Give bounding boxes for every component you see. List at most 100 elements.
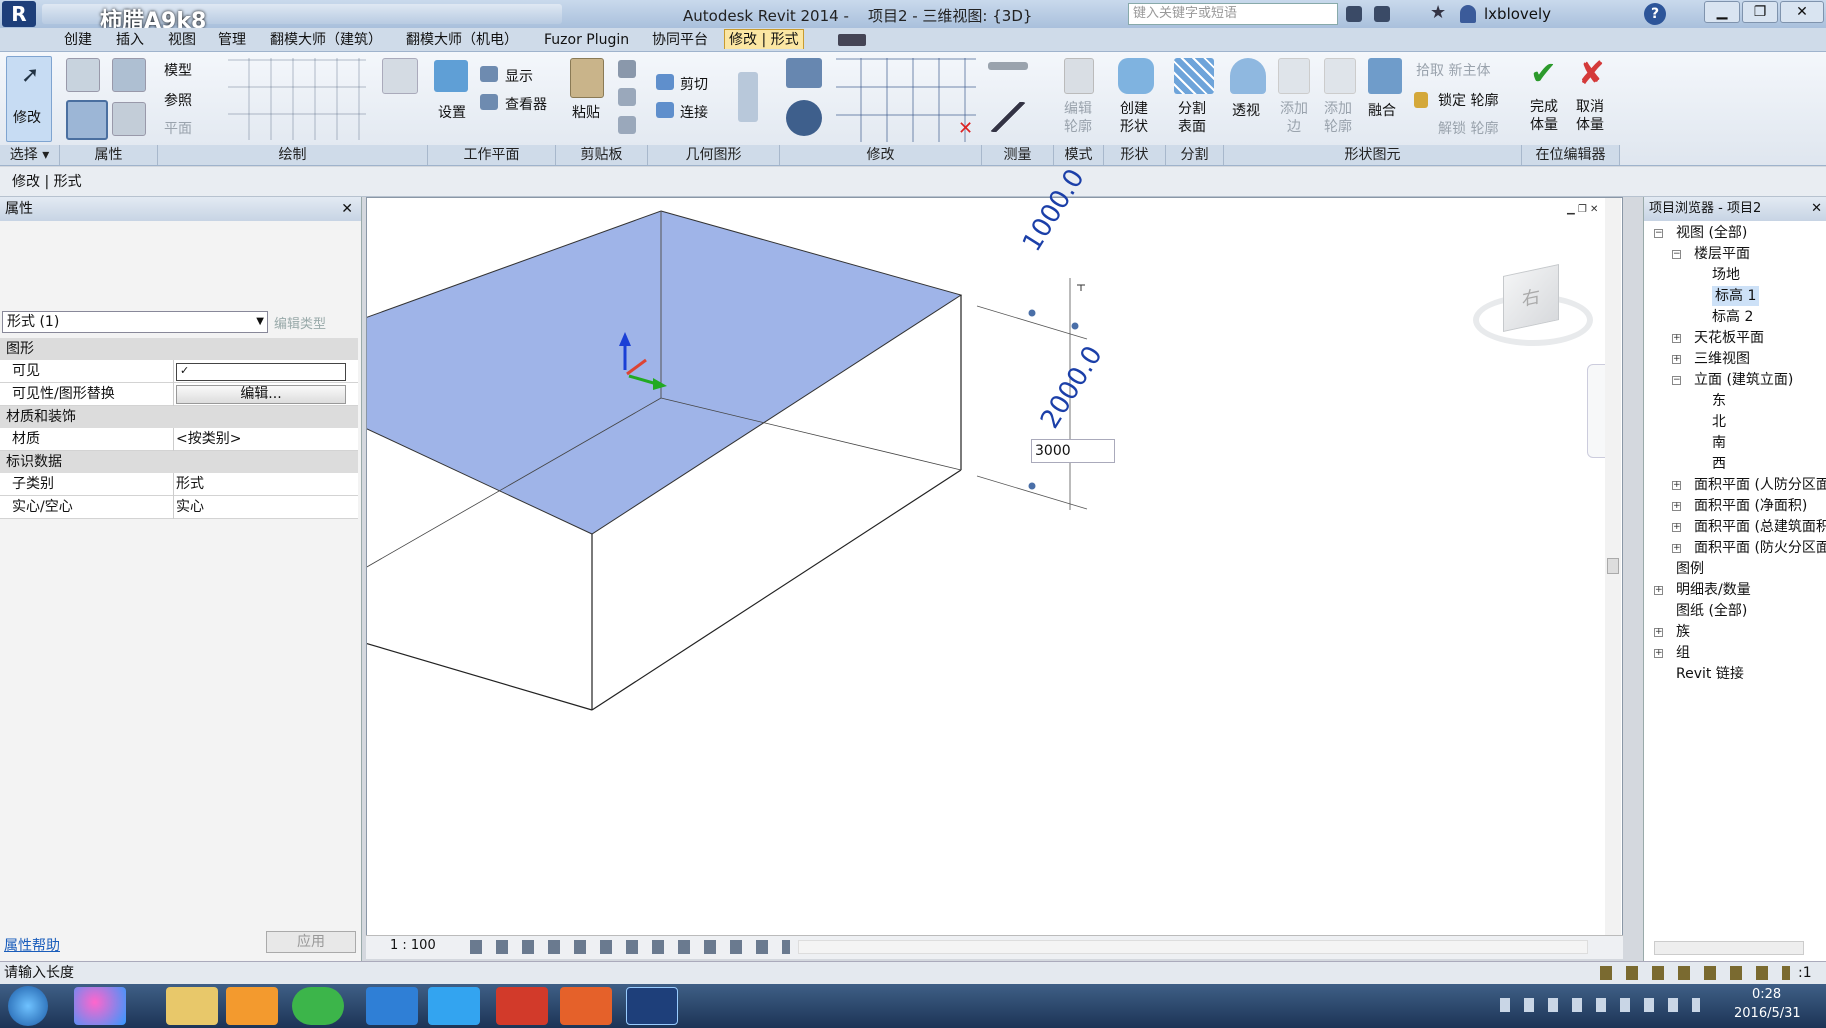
- xray-button[interactable]: 透视: [1232, 100, 1260, 120]
- search-field[interactable]: 键入关键字或短语: [1128, 3, 1338, 25]
- browser-tree-item[interactable]: 三维视图: [1694, 349, 1750, 369]
- browser-tree-item[interactable]: 标高 1: [1712, 286, 1760, 306]
- browser-tree-item[interactable]: 图例: [1676, 559, 1704, 579]
- browser-tree-item[interactable]: 视图 (全部): [1676, 223, 1747, 243]
- section-identity[interactable]: 标识数据: [0, 451, 358, 473]
- tab-view[interactable]: 视图: [164, 30, 200, 50]
- user-name[interactable]: lxblovely: [1484, 5, 1551, 23]
- tree-toggle-icon[interactable]: −: [1672, 250, 1681, 259]
- star-icon[interactable]: ★: [1430, 2, 1446, 23]
- edit-visibility-button[interactable]: 编辑...: [176, 385, 346, 404]
- tree-toggle-icon[interactable]: +: [1672, 523, 1681, 532]
- browser-scrollbar[interactable]: [1654, 941, 1804, 955]
- paste-button[interactable]: 粘贴: [572, 102, 600, 122]
- show-workplane-button[interactable]: 显示: [505, 66, 533, 86]
- user-icon[interactable]: [1460, 5, 1476, 23]
- tree-toggle-icon[interactable]: +: [1654, 586, 1663, 595]
- edit-profile-icon[interactable]: [1064, 58, 1094, 94]
- tree-toggle-icon[interactable]: +: [1672, 334, 1681, 343]
- material-value[interactable]: <按类别>: [176, 428, 241, 450]
- browser-tree-item[interactable]: 东: [1712, 391, 1726, 411]
- lock-icon[interactable]: [1414, 92, 1428, 108]
- geometry-extra-icon[interactable]: [738, 72, 758, 122]
- tab-create[interactable]: 创建: [60, 30, 96, 50]
- tab-fanmo-arch[interactable]: 翻模大师（建筑）: [266, 30, 386, 50]
- draw-tools-grid[interactable]: [228, 58, 366, 140]
- divide-surface-button[interactable]: 分割 表面: [1178, 100, 1206, 136]
- add-profile-icon[interactable]: [1324, 58, 1356, 94]
- measure-icon[interactable]: [988, 62, 1028, 70]
- browser-tree-item[interactable]: 立面 (建筑立面): [1694, 370, 1793, 390]
- view-control-icons[interactable]: [470, 940, 790, 954]
- cut-geometry-button[interactable]: 剪切: [680, 74, 708, 94]
- add-edge-button[interactable]: 添加 边: [1280, 100, 1308, 136]
- cut-scissors-icon[interactable]: [618, 60, 636, 78]
- browser-tree-item[interactable]: 天花板平面: [1694, 328, 1764, 348]
- apply-button[interactable]: 应用: [266, 931, 356, 953]
- set-workplane-icon[interactable]: [434, 60, 468, 92]
- browser-tree-item[interactable]: 图纸 (全部): [1676, 601, 1747, 621]
- type-selector[interactable]: 形式 (1) ▼: [2, 311, 268, 333]
- taskbar-media-icon[interactable]: [226, 987, 278, 1025]
- browser-tree-item[interactable]: 面积平面 (净面积): [1694, 496, 1807, 516]
- clock-time[interactable]: 0:28: [1752, 987, 1781, 1002]
- unlock-profile-button[interactable]: 解锁 轮廓: [1438, 118, 1498, 138]
- family-types-icon[interactable]: [112, 58, 146, 92]
- dissolve-button[interactable]: 融合: [1368, 100, 1396, 120]
- viewcube[interactable]: 右: [1503, 264, 1559, 332]
- cut-geometry-icon[interactable]: [656, 74, 674, 90]
- category-icon[interactable]: [112, 102, 146, 136]
- show-workplane-icon[interactable]: [480, 66, 498, 82]
- delete-icon[interactable]: ✕: [958, 118, 973, 139]
- binoculars-icon[interactable]: [1346, 6, 1362, 22]
- tree-toggle-icon[interactable]: +: [1654, 649, 1663, 658]
- close-icon[interactable]: ✕: [1811, 197, 1822, 221]
- draw-model-button[interactable]: 模型: [164, 60, 192, 80]
- tree-toggle-icon[interactable]: +: [1654, 628, 1663, 637]
- solid-void-value[interactable]: 实心: [176, 496, 204, 518]
- browser-tree-item[interactable]: Revit 链接: [1676, 664, 1744, 684]
- dimension-icon[interactable]: [990, 102, 1026, 132]
- taskbar-qq-icon[interactable]: [428, 987, 480, 1025]
- model-canvas[interactable]: [367, 198, 1622, 956]
- match-props-icon[interactable]: [618, 116, 636, 134]
- browser-tree-item[interactable]: 场地: [1712, 265, 1740, 285]
- viewport-window-controls[interactable]: ▁ ❐ ✕: [1567, 204, 1598, 215]
- join-geometry-icon[interactable]: [656, 102, 674, 118]
- horizontal-scrollbar[interactable]: [798, 940, 1588, 954]
- join-geometry-button[interactable]: 连接: [680, 102, 708, 122]
- taskbar-revit-icon[interactable]: [626, 987, 678, 1025]
- revit-logo-icon[interactable]: R: [2, 1, 36, 27]
- vertical-scroll-thumb[interactable]: [1607, 558, 1619, 574]
- tree-toggle-icon[interactable]: −: [1672, 376, 1681, 385]
- scale-label[interactable]: 1 : 100: [390, 938, 436, 953]
- workplane-grid-icon[interactable]: [382, 58, 418, 94]
- tab-insert[interactable]: 插入: [112, 30, 148, 50]
- copy-icon[interactable]: [618, 88, 636, 106]
- add-profile-button[interactable]: 添加 轮廓: [1324, 100, 1352, 136]
- browser-tree-item[interactable]: 面积平面 (人防分区面: [1694, 475, 1826, 495]
- add-edge-icon[interactable]: [1278, 58, 1310, 94]
- dissolve-icon[interactable]: [1368, 58, 1402, 94]
- tree-toggle-icon[interactable]: +: [1672, 502, 1681, 511]
- close-icon[interactable]: ✕: [341, 197, 353, 221]
- cancel-x-icon[interactable]: ✘: [1578, 54, 1605, 92]
- tree-toggle-icon[interactable]: +: [1672, 481, 1681, 490]
- viewer-icon[interactable]: [480, 94, 498, 110]
- properties-help-link[interactable]: 属性帮助: [4, 935, 60, 955]
- checkmark-icon[interactable]: ✔: [1530, 54, 1557, 92]
- tree-toggle-icon[interactable]: +: [1672, 544, 1681, 553]
- browser-tree-item[interactable]: 面积平面 (防火分区面: [1694, 538, 1826, 558]
- taskbar-slides-icon[interactable]: [560, 987, 612, 1025]
- filter-count[interactable]: :1: [1798, 962, 1812, 984]
- browser-tree-item[interactable]: 西: [1712, 454, 1726, 474]
- dimension-input[interactable]: 3000: [1031, 439, 1115, 463]
- visible-checkbox[interactable]: ✓: [176, 363, 346, 381]
- browser-tree-item[interactable]: 楼层平面: [1694, 244, 1750, 264]
- help-icon[interactable]: ?: [1644, 3, 1666, 25]
- create-form-icon[interactable]: [1118, 58, 1154, 94]
- wrench-icon[interactable]: [1374, 6, 1390, 22]
- browser-tree-item[interactable]: 组: [1676, 643, 1690, 663]
- tab-fuzor[interactable]: Fuzor Plugin: [540, 30, 633, 50]
- type-properties-icon[interactable]: [66, 58, 100, 92]
